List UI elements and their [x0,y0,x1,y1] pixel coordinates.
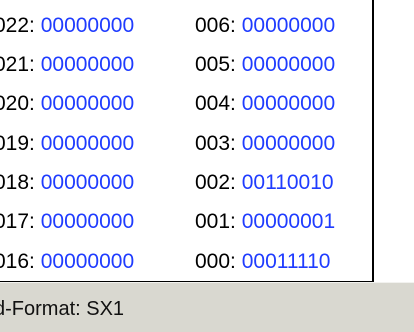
register-entry: 016: 00000000 [0,242,135,281]
register-value: 00000000 [40,132,135,155]
register-value: 00000000 [241,14,336,37]
register-address: 017 [0,210,30,233]
register-separator: : [230,92,242,115]
register-separator: : [29,53,41,76]
register-separator: : [230,53,242,76]
register-entry: 022: 00000000 [0,6,134,46]
register-entry: 018: 00000000 [0,163,134,203]
register-entry: 000: 00011110 [195,242,331,281]
register-address: 000 [195,250,231,273]
register-address: 020 [0,92,30,115]
register-value: 00000000 [40,14,135,37]
register-entry: 017: 00000000 [0,202,134,242]
register-panel: 022: 00000000 006: 00000000 021: 0000000… [0,0,374,282]
status-bar: d-Format: SX1 [0,282,414,332]
register-separator: : [29,132,41,155]
register-address: 021 [0,53,30,76]
register-entry: 005: 00000000 [195,45,335,85]
register-address: 001 [195,210,231,233]
register-entry: 006: 00000000 [195,6,335,46]
register-separator: : [230,250,242,273]
register-address: 004 [195,92,231,115]
register-value: 00000000 [40,210,135,233]
register-separator: : [29,250,41,273]
register-address: 018 [0,171,30,194]
register-separator: : [29,171,41,194]
register-separator: : [29,210,41,233]
register-value: 00000000 [241,132,336,155]
register-value: 00000000 [40,250,135,273]
register-separator: : [230,210,242,233]
register-entry: 019: 00000000 [0,124,134,164]
register-address: 003 [195,132,231,155]
register-address: 019 [0,132,30,155]
register-value: 00011110 [241,250,331,273]
status-text: d-Format: SX1 [0,298,125,320]
status-bar-divider [0,282,414,283]
register-value: 00000000 [241,92,336,115]
register-address: 016 [0,250,30,273]
register-entry: 002: 00110010 [195,163,334,203]
empty-side-area [374,0,414,282]
register-address: 005 [195,53,231,76]
register-separator: : [230,171,242,194]
register-value: 00000001 [241,210,336,233]
register-value: 00000000 [40,171,135,194]
register-separator: : [29,92,41,115]
register-separator: : [29,14,41,37]
register-value: 00000000 [40,92,135,115]
register-entry: 004: 00000000 [195,84,335,124]
register-entry: 021: 00000000 [0,45,134,85]
register-separator: : [230,14,242,37]
register-value: 00110010 [241,171,334,194]
register-address: 006 [195,14,231,37]
register-address: 002 [195,171,231,194]
register-entry: 020: 00000000 [0,84,134,124]
register-entry: 003: 00000000 [195,124,335,164]
register-separator: : [230,132,242,155]
register-entry: 001: 00000001 [195,202,335,242]
register-address: 022 [0,14,30,37]
register-value: 00000000 [40,53,135,76]
register-value: 00000000 [241,53,336,76]
